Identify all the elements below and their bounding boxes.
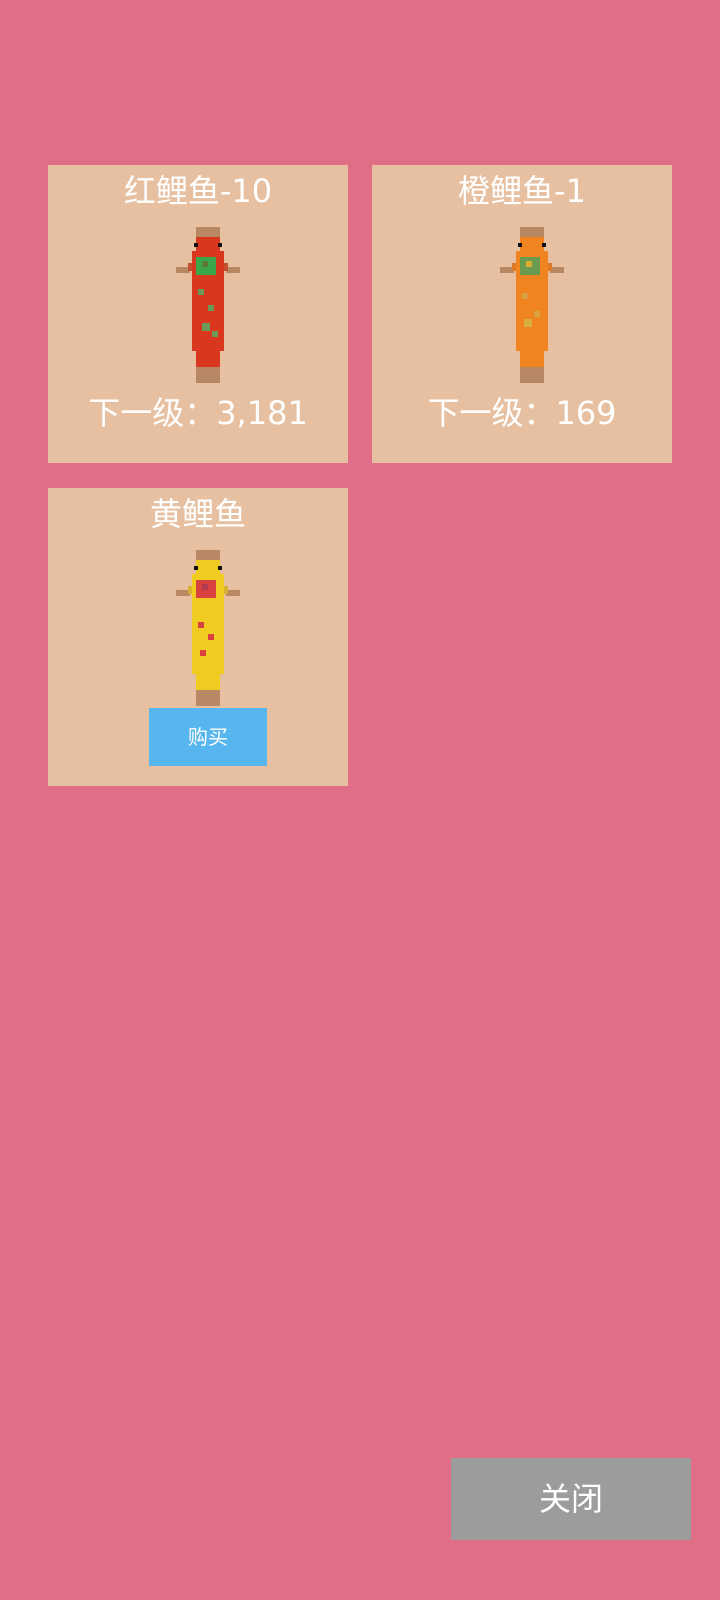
fish-card-title: 黄鲤鱼 bbox=[149, 495, 246, 533]
fish-card-title: 红鲤鱼-10 bbox=[123, 172, 273, 210]
fish-card-orange[interactable]: 橙鲤鱼-1 下一级：169 bbox=[372, 165, 672, 463]
red-koi-icon bbox=[176, 227, 240, 383]
yellow-koi-icon bbox=[176, 550, 240, 706]
fish-card-yellow: 黄鲤鱼 购买 bbox=[48, 488, 348, 786]
fish-card-title: 橙鲤鱼-1 bbox=[458, 172, 586, 210]
fish-card-red[interactable]: 红鲤鱼-10 下一级：3,181 bbox=[48, 165, 348, 463]
next-level-label: 下一级：169 bbox=[427, 394, 617, 432]
next-level-label: 下一级：3,181 bbox=[88, 394, 308, 432]
buy-button[interactable]: 购买 bbox=[149, 708, 267, 766]
orange-koi-icon bbox=[500, 227, 564, 383]
close-button[interactable]: 关闭 bbox=[451, 1458, 691, 1540]
